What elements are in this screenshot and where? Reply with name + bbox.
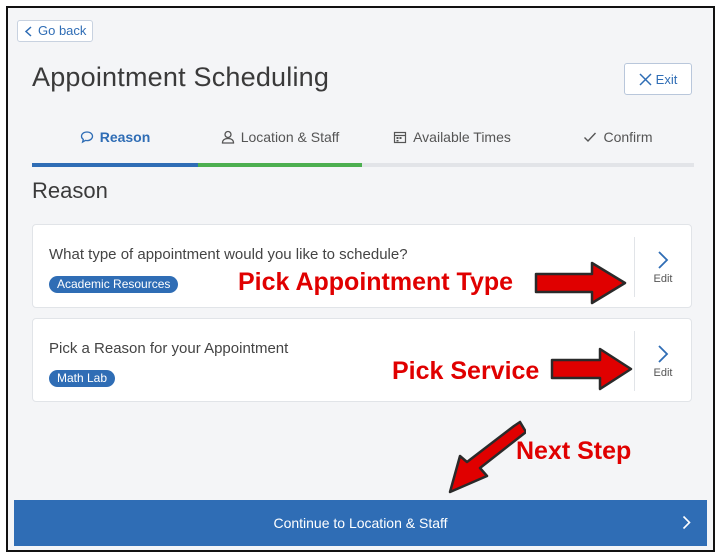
annotation-next-step: Next Step [516, 437, 632, 465]
tab-available-times[interactable]: Available Times [362, 129, 542, 163]
arrow-right-icon [550, 347, 633, 391]
go-back-button[interactable]: Go back [17, 20, 94, 42]
edit-appointment-type-button[interactable]: Edit [634, 237, 691, 297]
selected-chip: Academic Resources [49, 276, 179, 293]
edit-label: Edit [653, 272, 673, 285]
annotation-pick-appointment-type: Pick Appointment Type [238, 268, 514, 296]
app-window: Go back Appointment Scheduling Exit Reas… [6, 6, 715, 552]
tab-reason[interactable]: Reason [32, 129, 198, 163]
chevron-left-icon [24, 25, 32, 37]
checkmark-icon [583, 130, 597, 144]
continue-label: Continue to Location & Staff [273, 515, 448, 531]
tab-confirm-label: Confirm [603, 129, 653, 145]
go-back-label: Go back [38, 23, 87, 38]
exit-label: Exit [655, 71, 678, 87]
edit-label: Edit [653, 366, 673, 379]
edit-reason-button[interactable]: Edit [634, 331, 691, 391]
speech-bubble-icon [80, 130, 94, 144]
tab-times-label: Available Times [413, 129, 511, 145]
arrow-down-left-icon [448, 420, 526, 494]
continue-button[interactable]: Continue to Location & Staff [14, 500, 707, 546]
tab-reason-label: Reason [99, 129, 151, 145]
progress-steps: Reason Location & Staff Available Times … [32, 129, 694, 167]
annotation-pick-service: Pick Service [392, 357, 540, 385]
exit-button[interactable]: Exit [624, 63, 692, 95]
close-icon [639, 72, 652, 86]
step-progress-active [32, 163, 198, 167]
chevron-right-icon [682, 515, 691, 530]
selected-chip: Math Lab [49, 370, 116, 387]
tab-confirm[interactable]: Confirm [542, 129, 694, 163]
tab-location-label: Location & Staff [240, 129, 340, 145]
chevron-right-icon [658, 344, 669, 363]
card-question: What type of appointment would you like … [49, 246, 408, 263]
person-icon [221, 130, 235, 144]
card-question: Pick a Reason for your Appointment [49, 340, 289, 357]
section-heading: Reason [32, 178, 108, 203]
chevron-right-icon [658, 250, 669, 269]
step-progress-next [198, 163, 362, 167]
tab-location-staff[interactable]: Location & Staff [198, 129, 362, 163]
page-title: Appointment Scheduling [32, 62, 330, 92]
calendar-icon [393, 130, 407, 144]
arrow-right-icon [534, 261, 627, 305]
